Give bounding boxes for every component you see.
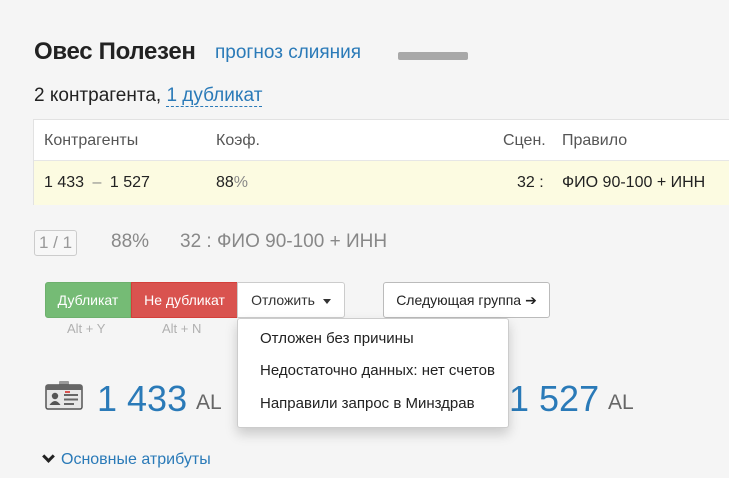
col-header-coef: Коэф.	[216, 132, 260, 149]
chevron-down-icon	[42, 450, 55, 463]
arrow-right-icon: ➔	[525, 292, 537, 308]
col-header-counterparties: Контрагенты	[44, 132, 139, 149]
placeholder-bar	[398, 52, 468, 60]
duplicate-button[interactable]: Дубликат	[45, 282, 131, 318]
dropdown-item-no-accounts[interactable]: Недостаточно данных: нет счетов	[260, 362, 495, 379]
postpone-button[interactable]: Отложить	[237, 282, 345, 318]
table-header: Контрагенты Коэф. Сцен. Правило	[34, 120, 729, 161]
table-row[interactable]: 1 433 – 1 527 88% 32 : ФИО 90-100 + ИНН	[34, 161, 729, 205]
row-right-id: 1 527	[109, 174, 150, 191]
right-record-unit: AL	[608, 391, 634, 414]
left-record-number[interactable]: 1 433	[97, 378, 187, 420]
row-coef-value: 88	[216, 174, 234, 191]
row-coef-unit: %	[233, 174, 249, 191]
id-card-icon	[45, 381, 83, 410]
next-group-button[interactable]: Следующая группа ➔	[383, 282, 550, 318]
counts-text: 2 контрагента,	[34, 85, 167, 106]
row-scenario: 32 :	[517, 174, 544, 191]
dropdown-item-ministry-request[interactable]: Направили запрос в Минздрав	[260, 395, 475, 412]
pairs-table: Контрагенты Коэф. Сцен. Правило 1 433 – …	[33, 119, 729, 205]
left-record-unit: AL	[196, 391, 222, 414]
row-left-id: 1 433	[44, 174, 85, 191]
caret-down-icon	[322, 298, 331, 304]
postpone-label: Отложить	[251, 292, 315, 308]
main-attributes-label: Основные атрибуты	[61, 451, 211, 468]
next-group-label: Следующая группа	[396, 292, 522, 308]
row-separator: –	[92, 174, 102, 191]
group-counter: 1 / 1	[34, 230, 78, 256]
row-coef: 88%	[216, 174, 248, 192]
page-title: Овес Полезен	[34, 38, 196, 65]
postpone-dropdown-menu: Отложен без причины Недостаточно данных:…	[237, 318, 509, 428]
counts-line: 2 контрагента, 1 дубликат	[34, 85, 263, 107]
duplicate-hotkey-hint: Alt + Y	[67, 321, 106, 336]
duplicates-link[interactable]: 1 дубликат	[166, 85, 263, 107]
main-attributes-toggle[interactable]: Основные атрибуты	[42, 450, 211, 469]
summary-percent: 88%	[111, 231, 150, 252]
not-duplicate-hotkey-hint: Alt + N	[162, 321, 202, 336]
summary-rule: 32 : ФИО 90-100 + ИНН	[180, 231, 388, 252]
right-record-number[interactable]: 1 527	[509, 378, 599, 420]
row-rule: ФИО 90-100 + ИНН	[562, 174, 706, 191]
row-pair: 1 433 – 1 527	[44, 174, 150, 192]
col-header-rule: Правило	[562, 132, 628, 149]
col-header-scenario: Сцен.	[503, 132, 546, 149]
dropdown-item-no-reason[interactable]: Отложен без причины	[260, 330, 414, 347]
not-duplicate-button[interactable]: Не дубликат	[131, 282, 238, 318]
merge-forecast-link[interactable]: прогноз слияния	[215, 42, 361, 64]
